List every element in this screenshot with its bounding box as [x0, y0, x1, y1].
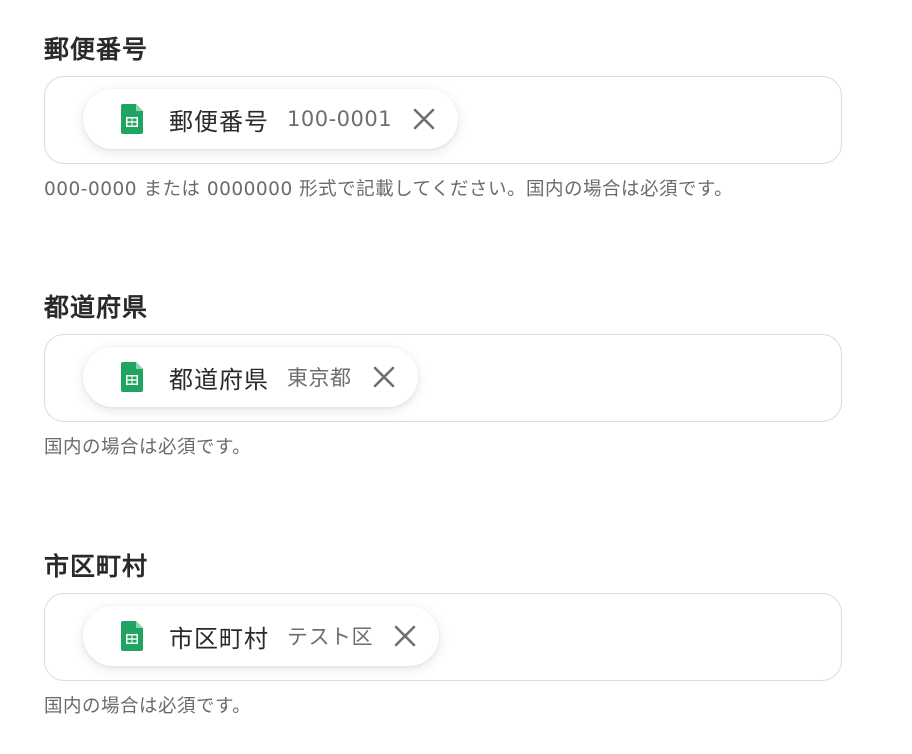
field-label: 市区町村: [44, 552, 149, 581]
google-sheets-icon: [121, 362, 143, 392]
field-help-text: 国内の場合は必須です。: [44, 696, 252, 717]
close-icon[interactable]: [393, 624, 417, 648]
chip-name: 都道府県: [169, 365, 269, 394]
chip-value: 東京都: [287, 366, 352, 390]
field-help-text: 国内の場合は必須です。: [44, 437, 252, 458]
chip-name: 市区町村: [169, 624, 269, 653]
variable-chip[interactable]: 都道府県 東京都: [83, 347, 418, 407]
variable-chip[interactable]: 市区町村 テスト区: [83, 606, 439, 666]
close-icon[interactable]: [372, 365, 396, 389]
google-sheets-icon: [121, 621, 143, 651]
city-input[interactable]: 市区町村 テスト区: [44, 593, 842, 681]
chip-value: テスト区: [287, 625, 373, 649]
prefecture-input[interactable]: 都道府県 東京都: [44, 334, 842, 422]
chip-name: 郵便番号: [169, 107, 269, 136]
google-sheets-icon: [121, 104, 143, 134]
field-label: 都道府県: [44, 293, 149, 322]
field-label: 郵便番号: [44, 35, 149, 64]
field-help-text: 000-0000 または 0000000 形式で記載してください。国内の場合は必…: [44, 179, 734, 200]
chip-value: 100-0001: [287, 107, 393, 131]
postal-code-input[interactable]: 郵便番号 100-0001: [44, 76, 842, 164]
variable-chip[interactable]: 郵便番号 100-0001: [83, 89, 459, 149]
close-icon[interactable]: [412, 107, 436, 131]
